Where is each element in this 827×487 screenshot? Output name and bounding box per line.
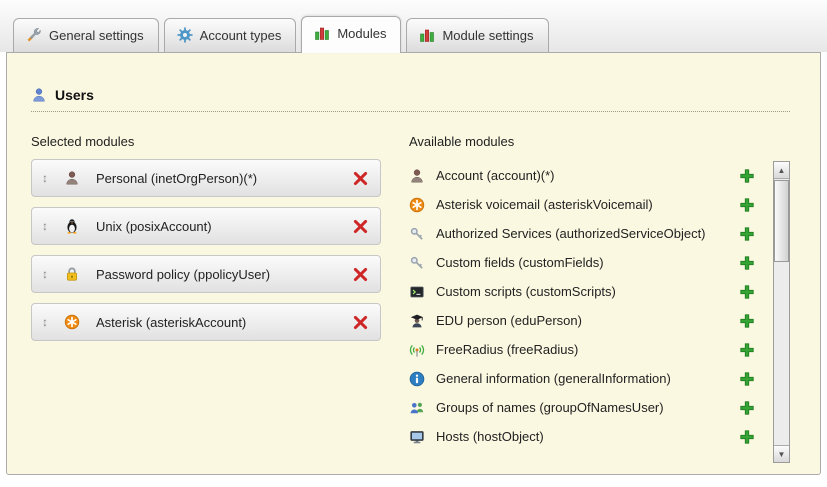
available-module-row-edu-person-eduperson: EDU person (eduPerson) — [409, 306, 767, 335]
group-icon — [409, 400, 429, 416]
edu-icon — [409, 313, 429, 329]
add-module-button[interactable] — [737, 340, 757, 360]
radio-icon — [409, 342, 429, 358]
scroll-up-button[interactable]: ▲ — [774, 162, 789, 179]
drag-handle-icon[interactable]: ↕ — [42, 220, 56, 232]
available-module-row-custom-fields-customfields: Custom fields (customFields) — [409, 248, 767, 277]
module-label: General information (generalInformation) — [436, 371, 737, 386]
info-icon — [409, 371, 429, 387]
add-module-button[interactable] — [737, 253, 757, 273]
tab-account-types[interactable]: Account types — [164, 18, 297, 52]
tab-modules[interactable]: Modules — [301, 16, 401, 53]
penguin-icon — [64, 218, 84, 234]
lam-configuration-page: General settings Account types Modules Modu… — [0, 0, 827, 487]
gear-icon — [177, 27, 193, 43]
section-title: Users — [55, 87, 94, 103]
module-label: Asterisk (asteriskAccount) — [96, 315, 350, 330]
remove-module-button[interactable] — [350, 168, 370, 188]
tab-label: Modules — [337, 26, 386, 41]
remove-module-button[interactable] — [350, 312, 370, 332]
tab-module-settings[interactable]: Module settings — [406, 18, 548, 52]
tab-label: General settings — [49, 28, 144, 43]
selected-module-row-personal-inetorgperson[interactable]: ↕ Personal (inetOrgPerson)(*) — [31, 159, 381, 197]
scrollbar-track[interactable] — [774, 179, 789, 445]
tab-label: Module settings — [442, 28, 533, 43]
module-label: Custom fields (customFields) — [436, 255, 737, 270]
module-settings-icon — [419, 27, 435, 43]
drag-handle-icon[interactable]: ↕ — [42, 316, 56, 328]
key-icon — [409, 226, 429, 242]
user-icon — [31, 87, 47, 103]
scroll-down-button[interactable]: ▼ — [774, 445, 789, 462]
available-module-row-authorized-services-authorizedserviceobject: Authorized Services (authorizedServiceOb… — [409, 219, 767, 248]
module-label: Asterisk voicemail (asteriskVoicemail) — [436, 197, 737, 212]
available-module-row-asterisk-voicemail-asteriskvoicemail: Asterisk voicemail (asteriskVoicemail) — [409, 190, 767, 219]
available-module-row-groups-of-names-groupofnamesuser: Groups of names (groupOfNamesUser) — [409, 393, 767, 422]
available-modules-column: Available modules Account (account)(*) As… — [409, 132, 790, 463]
available-module-row-hosts-hostobject: Hosts (hostObject) — [409, 422, 767, 451]
module-label: Groups of names (groupOfNamesUser) — [436, 400, 737, 415]
key-icon — [409, 255, 429, 271]
asterisk-icon — [64, 314, 84, 330]
available-module-row-custom-scripts-customscripts: Custom scripts (customScripts) — [409, 277, 767, 306]
selected-modules-list: ↕ Personal (inetOrgPerson)(*) ↕ Unix (posix… — [31, 159, 381, 341]
available-modules-heading: Available modules — [409, 134, 790, 149]
tab-label: Account types — [200, 28, 282, 43]
lock-icon — [64, 266, 84, 282]
available-modules-list: Account (account)(*) Asterisk voicemail (… — [409, 161, 767, 463]
person-icon — [64, 170, 84, 186]
tab-bar: General settings Account types Modules Modu… — [0, 0, 827, 52]
available-modules-scrollbar[interactable]: ▲ ▼ — [773, 161, 790, 463]
add-module-button[interactable] — [737, 427, 757, 447]
drag-handle-icon[interactable]: ↕ — [42, 268, 56, 280]
module-label: FreeRadius (freeRadius) — [436, 342, 737, 357]
module-label: Unix (posixAccount) — [96, 219, 350, 234]
module-label: Authorized Services (authorizedServiceOb… — [436, 226, 737, 241]
script-icon — [409, 284, 429, 300]
available-module-row-freeradius-freeradius: FreeRadius (freeRadius) — [409, 335, 767, 364]
available-modules-area: Account (account)(*) Asterisk voicemail (… — [409, 161, 790, 463]
content-panel: Users Selected modules ↕ Personal (inetOr… — [6, 52, 821, 475]
module-label: Custom scripts (customScripts) — [436, 284, 737, 299]
users-section-heading: Users — [31, 87, 790, 112]
selected-module-row-unix-posixaccount[interactable]: ↕ Unix (posixAccount) — [31, 207, 381, 245]
module-label: Password policy (ppolicyUser) — [96, 267, 350, 282]
selected-module-row-asterisk-asteriskaccount[interactable]: ↕ Asterisk (asteriskAccount) — [31, 303, 381, 341]
tools-icon — [26, 27, 42, 43]
selected-module-row-password-policy-ppolicyuser[interactable]: ↕ Password policy (ppolicyUser) — [31, 255, 381, 293]
add-module-button[interactable] — [737, 195, 757, 215]
remove-module-button[interactable] — [350, 264, 370, 284]
tab-general-settings[interactable]: General settings — [13, 18, 159, 52]
asterisk-icon — [409, 197, 429, 213]
add-module-button[interactable] — [737, 224, 757, 244]
drag-handle-icon[interactable]: ↕ — [42, 172, 56, 184]
scrollbar-thumb[interactable] — [774, 180, 789, 262]
add-module-button[interactable] — [737, 398, 757, 418]
module-label: EDU person (eduPerson) — [436, 313, 737, 328]
module-label: Personal (inetOrgPerson)(*) — [96, 171, 350, 186]
person-icon — [409, 168, 429, 184]
modules-columns: Selected modules ↕ Personal (inetOrgPerso… — [31, 132, 790, 463]
available-module-row-account-account: Account (account)(*) — [409, 161, 767, 190]
host-icon — [409, 429, 429, 445]
module-label: Hosts (hostObject) — [436, 429, 737, 444]
selected-modules-heading: Selected modules — [31, 134, 381, 149]
modules-icon — [314, 25, 330, 41]
add-module-button[interactable] — [737, 369, 757, 389]
module-label: Account (account)(*) — [436, 168, 737, 183]
selected-modules-column: Selected modules ↕ Personal (inetOrgPerso… — [31, 132, 381, 463]
available-module-row-general-information-generalinformation: General information (generalInformation) — [409, 364, 767, 393]
remove-module-button[interactable] — [350, 216, 370, 236]
add-module-button[interactable] — [737, 311, 757, 331]
add-module-button[interactable] — [737, 166, 757, 186]
add-module-button[interactable] — [737, 282, 757, 302]
